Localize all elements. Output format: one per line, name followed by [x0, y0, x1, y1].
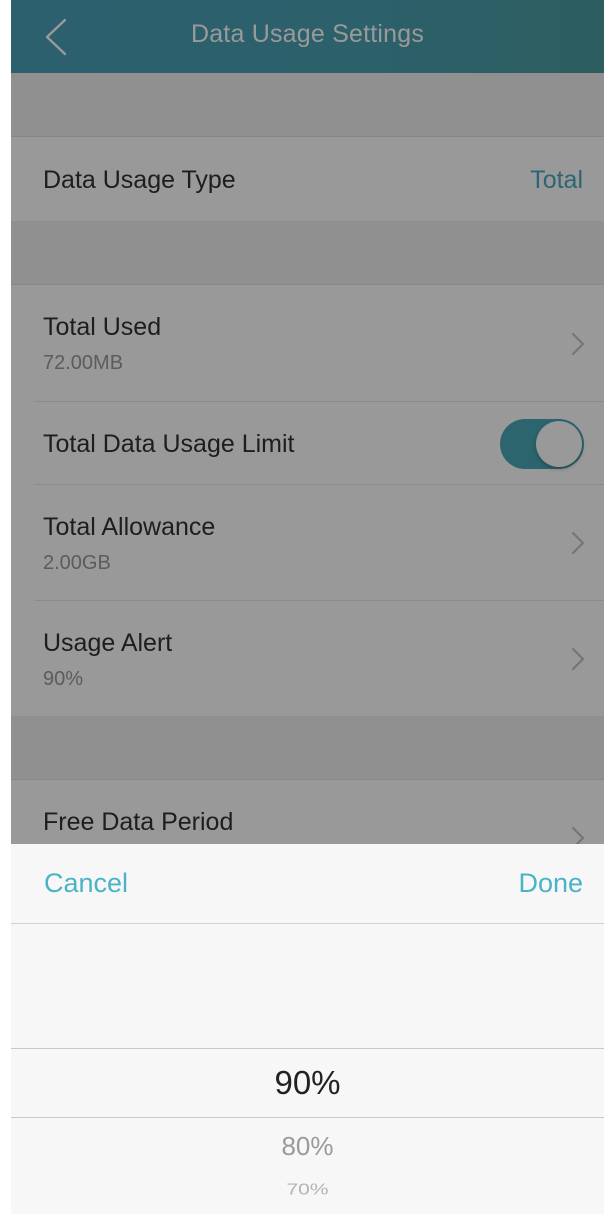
done-button[interactable]: Done	[518, 868, 583, 899]
dim-overlay[interactable]	[11, 0, 604, 844]
picker-toolbar: Cancel Done	[11, 844, 604, 924]
picker-selection-top-line	[11, 1048, 604, 1049]
percentage-picker-sheet: Cancel Done 90% 80% 70%	[11, 844, 604, 1214]
picker-option[interactable]: 80%	[11, 1131, 604, 1162]
picker-option-selected[interactable]: 90%	[11, 1064, 604, 1102]
percentage-picker-wheel[interactable]: 90% 80% 70%	[11, 924, 604, 1214]
picker-selection-bottom-line	[11, 1117, 604, 1118]
picker-option[interactable]: 70%	[11, 1181, 604, 1199]
cancel-button[interactable]: Cancel	[44, 868, 128, 899]
screen: Data Usage Settings Data Usage Type Tota…	[11, 0, 604, 1214]
